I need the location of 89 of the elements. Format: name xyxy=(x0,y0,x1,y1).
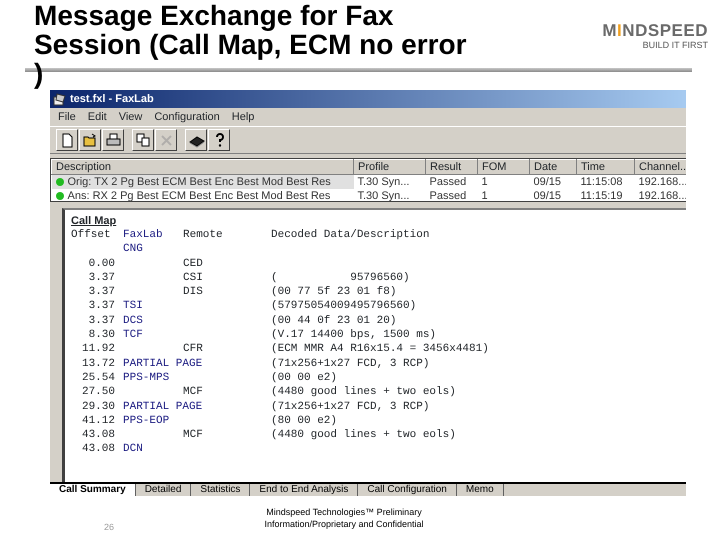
faxlab-cell-text: TSI xyxy=(123,299,144,314)
table-cell: T.30 Syn... xyxy=(354,174,426,188)
table-cell-text: 1 xyxy=(480,188,489,201)
logo-text: MINDSPEED xyxy=(602,22,708,40)
remote-cell: CFR xyxy=(183,343,203,356)
offset-cell-text: 13.72 xyxy=(80,356,115,371)
description-cell-text: (80 00 e2) xyxy=(271,414,338,428)
table-cell-text: 11:15:19 xyxy=(580,188,624,201)
faxlab-cell: PARTIAL PAGE xyxy=(123,356,202,371)
printer-button[interactable] xyxy=(102,129,124,151)
column-header[interactable]: Profile xyxy=(354,160,426,174)
faxlab-cell-text: TCF xyxy=(123,328,144,342)
description-cell-text: (4480 good lines + two eols) xyxy=(271,428,457,442)
logo-tagline: BUILD IT FIRST xyxy=(642,40,708,50)
offset-cell-text: 0.00 xyxy=(88,256,115,271)
offset-cell-text: 29.30 xyxy=(80,400,115,414)
table-cell: T.30 Syn... xyxy=(354,188,426,201)
column-header[interactable]: Time xyxy=(576,160,634,174)
column-header: Decoded Data/Description xyxy=(271,228,430,242)
copy-button[interactable] xyxy=(132,129,154,151)
description-cell-text: (57975054009495796560) xyxy=(271,299,418,314)
footer-notice: Mindspeed Technologies™ Preliminary Information/Proprietary and Confidential xyxy=(263,506,425,530)
menu-item[interactable]: Edit xyxy=(82,111,113,123)
table-cell: Passed xyxy=(426,174,478,188)
column-header[interactable]: Channel... xyxy=(634,160,686,174)
description-cell-text: (00 44 0f 23 01 20) xyxy=(271,314,398,328)
offset-cell-text: 43.08 xyxy=(80,442,115,457)
offset-cell-text: 3.37 xyxy=(88,299,115,314)
remote-cell: MCF xyxy=(183,429,203,442)
session-description: Ans: RX 2 Pg Best ECM Best Enc Best Mod Best Res xyxy=(68,190,330,201)
description-cell-text: (71x256+1x27 FCD, 3 RCP) xyxy=(271,356,430,371)
description-cell-text: (71x256+1x27 FCD, 3 RCP) xyxy=(271,400,430,414)
table-cell-text: 09/15 xyxy=(532,188,562,201)
offset-cell-text: 3.37 xyxy=(88,285,115,300)
column-header: Remote xyxy=(183,229,223,241)
faxlab-cell-text: PPS-MPS xyxy=(123,370,170,386)
remote-cell: MCF xyxy=(183,386,203,398)
offset-cell-text: 3.37 xyxy=(88,270,115,286)
offset-cell-text: 3.37 xyxy=(88,314,115,328)
offset-cell-text: 8.30 xyxy=(88,328,115,342)
menu-item[interactable]: View xyxy=(112,111,148,123)
menu-item[interactable]: Help xyxy=(226,111,260,123)
table-cell: 09/15 xyxy=(530,174,576,188)
description-cell-text: (4480 good lines + two eols) xyxy=(271,385,457,400)
table-cell-text: Passed xyxy=(428,188,468,201)
printer-icon xyxy=(104,132,122,148)
page-number: 26 xyxy=(102,521,115,534)
offset-cell-text: 27.50 xyxy=(80,385,115,400)
column-header[interactable]: FOM xyxy=(478,160,530,174)
window-title: test.fxl - FaxLab xyxy=(70,93,154,105)
remote-cell: CED xyxy=(183,258,203,270)
remote-cell: DIS xyxy=(183,286,203,298)
folder-button[interactable] xyxy=(79,129,101,151)
book-button[interactable] xyxy=(185,129,207,151)
menu-item[interactable]: Configuration xyxy=(148,111,226,123)
new-document-button[interactable] xyxy=(56,129,78,151)
remote-cell: CSI xyxy=(183,272,203,284)
description-cell-text: (00 00 e2) xyxy=(271,370,338,386)
faxlab-cell-text: DCS xyxy=(123,314,144,328)
table-cell: 1 xyxy=(478,174,530,188)
menu-item[interactable]: File xyxy=(52,111,82,123)
offset-cell-text: 41.12 xyxy=(80,414,115,428)
column-header: Offset xyxy=(71,228,112,242)
description-cell-text: (00 77 5f 23 01 f8) xyxy=(271,285,398,300)
slide-title: Message Exchange for Fax Session (Call Map, ECM no error ) xyxy=(34,1,468,88)
tab[interactable]: Call Summary xyxy=(50,484,136,496)
offset-cell-text: 25.54 xyxy=(80,370,115,386)
session-row[interactable]: Ans: RX 2 Pg Best ECM Best Enc Best Mod Best Res xyxy=(52,188,354,201)
faxlab-cell-text: CNG xyxy=(123,242,144,257)
column-header[interactable]: Result xyxy=(426,160,478,174)
column-header[interactable]: Date xyxy=(530,160,576,174)
column-header: FaxLab xyxy=(123,228,164,242)
faxlab-cell: PARTIAL PAGE xyxy=(123,400,202,414)
description-cell-text: ( 95796560) xyxy=(271,270,411,286)
column-header[interactable]: Description xyxy=(52,160,354,174)
app-icon xyxy=(53,92,66,106)
faxlab-cell-text: PPS-EOP xyxy=(123,414,170,428)
session-description: Orig: TX 2 Pg Best ECM Best Enc Best Mod Best Res xyxy=(68,176,331,188)
session-row[interactable]: Orig: TX 2 Pg Best ECM Best Enc Best Mod Best Res xyxy=(52,174,354,188)
call-map-title: Call Map xyxy=(71,214,118,228)
copy-icon xyxy=(134,132,152,148)
offset-cell-text: 43.08 xyxy=(80,428,115,442)
offset-cell-text: 11.92 xyxy=(80,342,115,357)
description-cell-text: (ECM MMR A4 R16x15.4 = 3456x4481) xyxy=(271,342,490,357)
description-cell-text: (V.17 14400 bps, 1500 ms) xyxy=(271,328,438,342)
folder-icon xyxy=(82,132,98,148)
faxlab-cell-text: DCN xyxy=(123,442,144,457)
help-button[interactable] xyxy=(208,129,230,151)
table-cell: 11:15:08 xyxy=(576,174,634,188)
